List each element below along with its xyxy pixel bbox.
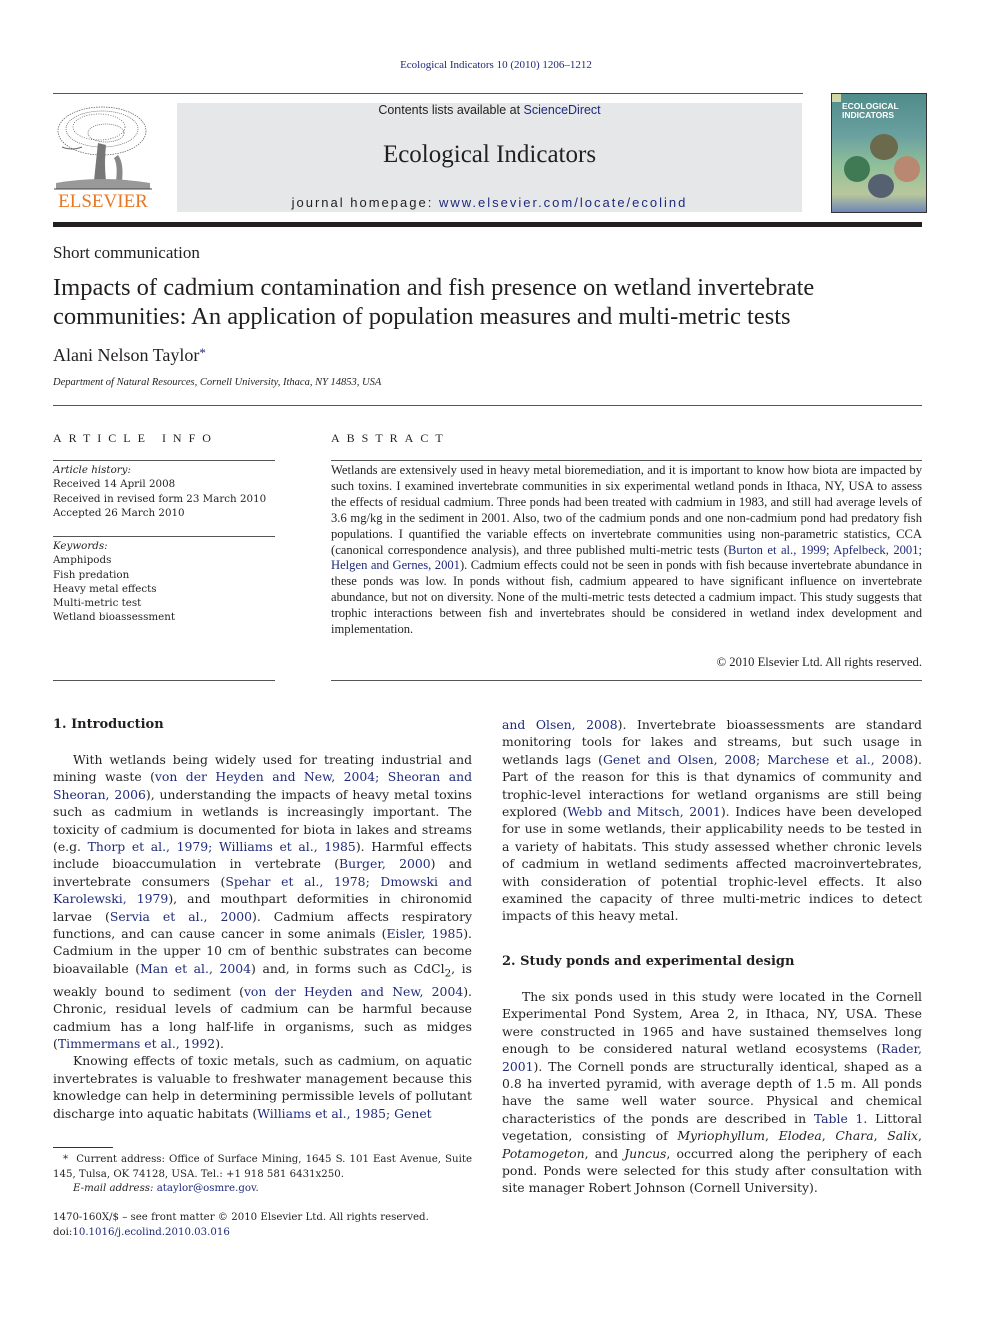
left-column: With wetlands being widely used for trea… <box>53 751 472 1122</box>
issn-block: 1470-160X/$ – see front matter © 2010 El… <box>53 1211 493 1240</box>
taxon-name: Myriophyllum <box>677 1128 765 1144</box>
keyword: Wetland bioassessment <box>53 611 175 624</box>
article-title: Impacts of cadmium contamination and fis… <box>53 274 815 330</box>
section-2-paragraph-1: The six ponds used in this study were lo… <box>502 989 922 1196</box>
citation-link[interactable]: Table 1 <box>814 1111 864 1126</box>
history-label: Article history: <box>53 464 131 476</box>
article-type: Short communication <box>53 243 200 262</box>
citation-link[interactable]: Eisler, 1985 <box>386 926 463 941</box>
article-info-rule-2 <box>53 536 275 537</box>
doi-link[interactable]: 10.1016/j.ecolind.2010.03.016 <box>72 1227 229 1238</box>
citation-link[interactable]: Webb and Mitsch, 2001 <box>567 804 720 819</box>
abstract-copyright: © 2010 Elsevier Ltd. All rights reserved… <box>716 655 922 669</box>
elsevier-wordmark: ELSEVIER <box>58 191 148 212</box>
citation-link[interactable]: Timmermans et al., 1992 <box>58 1036 215 1051</box>
taxon-name: Potamogeton <box>502 1145 585 1161</box>
abstract-rule-top <box>331 460 922 461</box>
contents-line: Contents lists available at ScienceDirec… <box>177 103 802 117</box>
journal-title: Ecological Indicators <box>382 141 597 168</box>
keywords-label: Keywords: <box>53 540 108 552</box>
keywords: Keywords: Amphipods Fish predation Heavy… <box>53 539 275 625</box>
journal-cover-thumbnail[interactable]: ECOLOGICAL INDICATORS <box>831 93 927 213</box>
citation-link[interactable]: Burger, 2000 <box>339 856 431 871</box>
footnote-mark: * <box>63 1154 69 1165</box>
author-line: Alani Nelson Taylor* <box>53 345 206 366</box>
abstract-rule-bottom <box>331 680 922 681</box>
cover-image-book <box>894 156 920 182</box>
cover-title: ECOLOGICAL INDICATORS <box>842 102 899 120</box>
author-footnote-mark[interactable]: * <box>199 345 206 360</box>
cover-image-leaf <box>844 156 870 182</box>
footnote-address: * Current address: Office of Surface Min… <box>53 1153 472 1182</box>
section-2-heading: 2. Study ponds and experimental design <box>502 954 795 969</box>
running-head[interactable]: Ecological Indicators 10 (2010) 1206–121… <box>0 59 992 71</box>
article-info-rule-1 <box>53 460 275 461</box>
footnote-address-text: Current address: Office of Surface Minin… <box>53 1154 472 1180</box>
affiliation: Department of Natural Resources, Cornell… <box>53 377 382 388</box>
email-link[interactable]: ataylor@osmre.gov <box>157 1183 256 1194</box>
article-info-heading: ARTICLE INFO <box>53 431 218 445</box>
article-info-rule-3 <box>53 680 275 681</box>
intro-paragraph-2-continued: and Olsen, 2008). Invertebrate bioassess… <box>502 717 922 924</box>
footnote-rule <box>53 1147 113 1148</box>
abstract-heading: ABSTRACT <box>331 431 450 445</box>
keyword: Multi-metric test <box>53 597 142 610</box>
taxon-name: Juncus <box>624 1145 667 1161</box>
keyword: Heavy metal effects <box>53 582 157 595</box>
history-received: Received 14 April 2008 <box>53 478 176 491</box>
citation-link[interactable]: Spehar et al., 1978; Dmowski and Karolew… <box>53 874 472 906</box>
intro-paragraph-1: With wetlands being widely used for trea… <box>53 752 472 1051</box>
citation-link[interactable]: Williams et al., 1985; Genet <box>257 1106 431 1121</box>
header-rule <box>53 93 803 94</box>
keyword: Amphipods <box>53 554 112 567</box>
right-column-bottom: The six ponds used in this study were lo… <box>502 988 922 1197</box>
elsevier-tree-icon <box>54 106 152 190</box>
author-name[interactable]: Alani Nelson Taylor <box>53 345 199 365</box>
elsevier-logo[interactable]: ELSEVIER <box>52 103 154 213</box>
citation-link[interactable]: Thorp et al., 1979; Williams et al., 198… <box>88 839 356 854</box>
footnote: * Current address: Office of Surface Min… <box>53 1153 472 1197</box>
citation-link[interactable]: and Olsen, 2008 <box>502 717 618 732</box>
article-history: Article history: Received 14 April 2008 … <box>53 463 275 520</box>
homepage-link[interactable]: www.elsevier.com/locate/ecolind <box>439 195 687 210</box>
citation-link[interactable]: von der Heyden and New, 2004 <box>244 984 463 999</box>
issn-line: 1470-160X/$ – see front matter © 2010 El… <box>53 1212 429 1223</box>
taxon-name: Salix <box>887 1128 919 1144</box>
homepage-line: journal homepage: www.elsevier.com/locat… <box>177 195 802 210</box>
citation-link[interactable]: Rader, 2001 <box>502 1041 922 1073</box>
intro-paragraph-2: Knowing effects of toxic metals, such as… <box>53 1053 472 1121</box>
right-column-top: and Olsen, 2008). Invertebrate bioassess… <box>502 716 922 925</box>
citation-link[interactable]: Servia et al., 2000 <box>110 909 252 924</box>
citation-link[interactable]: Genet and Olsen, 2008; Marchese et al., … <box>603 752 913 767</box>
subscript: 2 <box>444 967 452 980</box>
taxon-name: Elodea <box>778 1128 822 1144</box>
footnote-email: E-mail address: ataylor@osmre.gov. <box>73 1183 259 1194</box>
citation-link[interactable]: Man et al., 2004 <box>140 961 251 976</box>
doi-line: doi:10.1016/j.ecolind.2010.03.016 <box>53 1226 493 1241</box>
homepage-prefix: journal homepage: <box>291 195 439 210</box>
header-thick-rule <box>53 222 922 227</box>
doi-prefix: doi: <box>53 1226 73 1238</box>
abstract-text: Wetlands are extensively used in heavy m… <box>331 463 922 638</box>
contents-prefix: Contents lists available at <box>378 103 524 117</box>
history-accepted: Accepted 26 March 2010 <box>53 506 185 519</box>
taxon-name: Chara <box>835 1128 874 1144</box>
cover-title-line2: INDICATORS <box>842 110 895 120</box>
cover-image-people <box>868 174 894 198</box>
journal-banner: Contents lists available at ScienceDirec… <box>177 103 802 212</box>
section-1-heading: 1. Introduction <box>53 717 164 732</box>
keyword: Fish predation <box>53 568 130 581</box>
citation-link[interactable]: von der Heyden and New, 2004; Sheoran an… <box>53 769 472 801</box>
cover-publisher-mark <box>832 94 841 102</box>
email-label: E-mail address: <box>73 1183 154 1194</box>
sciencedirect-link[interactable]: ScienceDirect <box>524 103 601 117</box>
cover-image-stone <box>870 134 898 160</box>
history-revised: Received in revised form 23 March 2010 <box>53 492 267 505</box>
title-rule <box>53 405 922 406</box>
